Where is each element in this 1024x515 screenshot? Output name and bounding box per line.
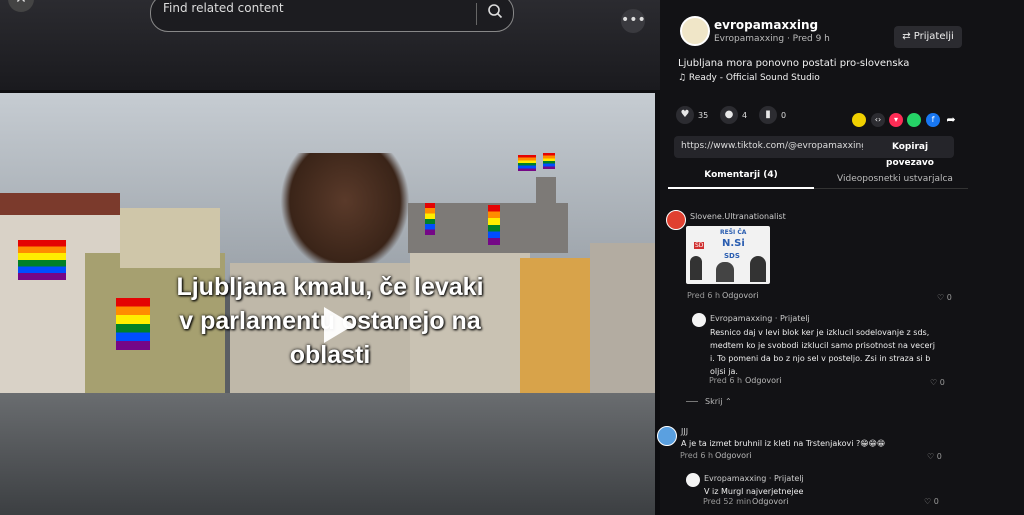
friends-button[interactable]: ⇄ Prijatelji	[894, 26, 962, 48]
avatar[interactable]	[666, 210, 686, 230]
rainbow-flag	[425, 203, 435, 235]
hide-replies-button[interactable]: Skrij ⌃	[705, 397, 732, 406]
comment-author[interactable]: JJJ	[681, 427, 688, 436]
comment-time: Pred 6 h	[680, 451, 714, 460]
tab-creator-videos[interactable]: Videoposnetki ustvarjalca	[820, 174, 970, 184]
building	[120, 208, 220, 268]
meme-figure	[690, 256, 702, 280]
comment-image[interactable]: REŠI ČA N.Si SDS SD	[686, 226, 770, 284]
river-embankment	[0, 393, 655, 515]
castle-tower	[536, 177, 556, 209]
bookmark-icon: ▮	[765, 109, 771, 120]
share-url-box: https://www.tiktok.com/@evropamaxxing/vi…	[674, 136, 954, 168]
comment-time: Pred 52 min	[703, 497, 752, 506]
tab-comments[interactable]: Komentarji (4)	[668, 170, 814, 189]
building	[590, 243, 655, 403]
comment-count: 4	[742, 111, 748, 120]
comment-like-count: 0	[939, 378, 945, 387]
meme-text: SDS	[724, 252, 740, 260]
comment-text: A je ta izmet bruhnil iz kleti na Trsten…	[681, 439, 886, 448]
comment-time: Pred 6 h	[687, 291, 721, 300]
comment-icon: ●	[724, 109, 734, 120]
meme-text: SD	[694, 242, 705, 249]
avatar[interactable]	[692, 313, 706, 327]
facebook-icon[interactable]: f	[926, 113, 940, 127]
avatar[interactable]	[680, 16, 710, 46]
comment-text-line: i. To pomeni da bo z njo sel v posteljo.…	[710, 354, 931, 363]
comment-like[interactable]: ♡ 0	[930, 378, 945, 387]
music-link[interactable]: ♫ Ready - Official Sound Studio	[678, 73, 820, 83]
comment-like-count: 0	[933, 497, 939, 506]
reply-button[interactable]: Odgovori	[752, 497, 789, 506]
rainbow-flag	[518, 155, 536, 171]
play-icon[interactable]	[318, 305, 358, 345]
search-divider	[476, 3, 477, 25]
save-button[interactable]: ▮	[759, 106, 777, 124]
comment-author[interactable]: Slovene.Ultranationalist	[690, 212, 786, 221]
comment-text-line: medtem ko je svobodi izklucil samo priso…	[710, 341, 935, 350]
avatar[interactable]	[686, 473, 700, 487]
search-icon[interactable]	[487, 3, 503, 19]
save-count: 0	[781, 111, 787, 120]
like-button[interactable]: ♥	[676, 106, 694, 124]
comment-text-line: oljsi ja.	[710, 367, 738, 376]
meme-text: N.Si	[722, 238, 745, 249]
caption-line: Ljubljana kmalu, če levaki	[176, 273, 484, 301]
comment-author[interactable]: Evropamaxxing · Prijatelj	[704, 474, 804, 483]
copy-link-button[interactable]: Kopiraj povezavo	[869, 139, 951, 168]
avatar[interactable]	[657, 426, 677, 446]
divider	[686, 401, 698, 402]
search-bar[interactable]: Find related content	[150, 0, 514, 32]
rainbow-flag	[488, 205, 500, 245]
share-arrow-icon[interactable]: ➦	[944, 113, 958, 127]
author-username[interactable]: evropamaxxing	[714, 18, 818, 32]
comment-like-count: 0	[946, 293, 952, 302]
post-description: Ljubljana mora ponovno postati pro-slove…	[678, 58, 910, 69]
rainbow-flag	[543, 153, 555, 169]
comment-button[interactable]: ●	[720, 106, 738, 124]
share-url[interactable]: https://www.tiktok.com/@evropamaxxing/vi…	[681, 141, 863, 151]
search-input[interactable]: Find related content	[163, 1, 284, 15]
comment-like[interactable]: ♡ 0	[924, 497, 939, 506]
roof	[0, 193, 120, 215]
like-count: 35	[698, 111, 709, 120]
whatsapp-icon[interactable]	[907, 113, 921, 127]
comment-like[interactable]: ♡ 0	[937, 293, 952, 302]
heart-icon: ♥	[680, 109, 690, 120]
embed-icon[interactable]: ‹›	[871, 113, 885, 127]
send-icon[interactable]: ▾	[889, 113, 903, 127]
rainbow-flag	[18, 240, 66, 280]
comment-author[interactable]: Evropamaxxing · Prijatelj	[710, 314, 810, 323]
reply-button[interactable]: Odgovori	[745, 376, 782, 385]
share-emoji-icon[interactable]	[852, 113, 866, 127]
comment-like-count: 0	[936, 452, 942, 461]
comment-text-line: Resnico daj v levi blok ker je izklucil …	[710, 328, 930, 337]
comment-like[interactable]: ♡ 0	[927, 452, 942, 461]
more-options-button[interactable]: •••	[621, 9, 646, 33]
meme-figure	[716, 262, 734, 282]
meme-figure	[750, 256, 766, 282]
comment-time: Pred 6 h	[709, 376, 743, 385]
meme-text: REŠI ČA	[720, 229, 747, 236]
comment-text: Resnico daj v levi blok ker je izklucil …	[710, 326, 935, 378]
explosion-cloud	[280, 153, 410, 273]
author-subline: Evropamaxxing · Pred 9 h	[714, 34, 830, 44]
reply-button[interactable]: Odgovori	[715, 451, 752, 460]
reply-button[interactable]: Odgovori	[722, 291, 759, 300]
